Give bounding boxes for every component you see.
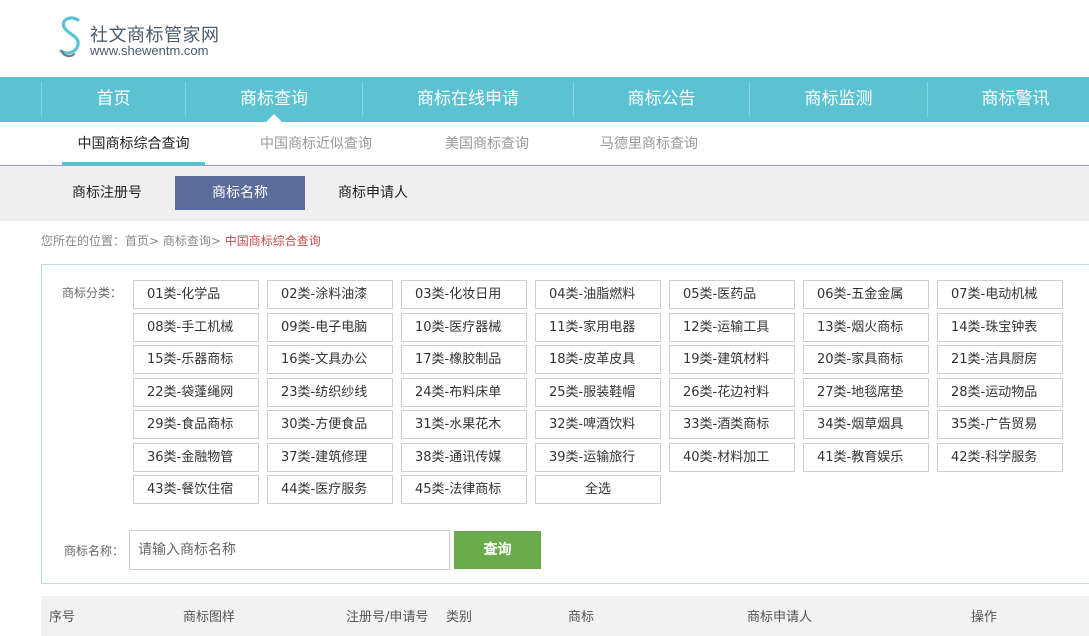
class-option[interactable]: 32类-啤酒饮料 (535, 410, 661, 439)
col-trademark: 商标 (568, 610, 595, 625)
class-option[interactable]: 11类-家用电器 (535, 312, 661, 342)
trademark-name-input[interactable] (129, 530, 450, 570)
col-trademark-image: 商标图样 (183, 610, 236, 625)
class-option[interactable]: 39类-运输旅行 (535, 442, 661, 472)
tab-china-similar[interactable]: 中国商标近似查询 (260, 122, 372, 165)
class-option[interactable]: 07类-电动机械 (937, 280, 1063, 309)
col-index: 序号 (49, 610, 76, 625)
class-option[interactable]: 05类-医药品 (669, 280, 795, 309)
breadcrumb-current: 中国商标综合查询 (224, 234, 321, 248)
class-option[interactable]: 38类-通讯传媒 (401, 442, 527, 472)
class-option[interactable]: 35类-广告贸易 (937, 410, 1063, 439)
query-button[interactable]: 查询 (454, 531, 541, 569)
class-option[interactable]: 41类-教育娱乐 (803, 442, 929, 472)
col-applicant: 商标申请人 (747, 610, 813, 625)
class-option[interactable]: 20类-家具商标 (803, 345, 929, 374)
class-option[interactable]: 40类-材料加工 (669, 442, 795, 472)
class-option[interactable]: 44类-医疗服务 (267, 475, 393, 504)
main-nav: 首页 商标查询 商标在线申请 商标公告 商标监测 商标警讯 (0, 77, 1089, 122)
class-option[interactable]: 08类-手工机械 (133, 312, 259, 342)
class-option[interactable]: 01类-化学品 (133, 280, 259, 309)
nav-item-online-apply[interactable]: 商标在线申请 (363, 77, 573, 122)
class-option[interactable]: 13类-烟火商标 (803, 312, 929, 342)
name-label: 商标名称： (64, 544, 125, 558)
class-option[interactable]: 42类-科学服务 (937, 442, 1063, 472)
class-option[interactable]: 09类-电子电脑 (267, 312, 393, 342)
class-option[interactable]: 43类-餐饮住宿 (133, 475, 259, 504)
tab-china-comprehensive[interactable]: 中国商标综合查询 (62, 122, 205, 165)
category-label: 商标分类： (62, 286, 123, 300)
class-option[interactable]: 27类-地毯席垫 (803, 377, 929, 407)
class-option[interactable]: 02类-涂料油漆 (267, 280, 393, 309)
class-option[interactable]: 16类-文具办公 (267, 345, 393, 374)
search-by-reg-number[interactable]: 商标注册号 (52, 176, 162, 210)
nav-item-announcement[interactable]: 商标公告 (574, 77, 749, 122)
class-option[interactable]: 04类-油脂燃料 (535, 280, 661, 309)
col-class: 类别 (446, 610, 473, 625)
logo-s-mark-icon (59, 16, 80, 58)
class-option[interactable]: 25类-服装鞋帽 (535, 377, 661, 407)
class-option[interactable]: 19类-建筑材料 (669, 345, 795, 374)
results-table-header: 序号 商标图样 注册号/申请号 类别 商标 商标申请人 操作 (41, 596, 1089, 636)
class-option[interactable]: 12类-运输工具 (669, 312, 795, 342)
sub-tabs: 中国商标综合查询 中国商标近似查询 美国商标查询 马德里商标查询 (0, 122, 1089, 166)
breadcrumb: 您所在的位置：首页> 商标查询> 中国商标综合查询 (41, 232, 321, 249)
class-option[interactable]: 10类-医疗器械 (401, 312, 527, 342)
site-logo[interactable]: 社文商标管家网 www.shewentm.com (58, 14, 228, 64)
class-option[interactable]: 18类-皮革皮具 (535, 345, 661, 374)
tab-us-search[interactable]: 美国商标查询 (445, 122, 529, 165)
class-option[interactable]: 17类-橡胶制品 (401, 345, 527, 374)
class-option[interactable]: 24类-布料床单 (401, 377, 527, 407)
class-option[interactable]: 30类-方便食品 (267, 410, 393, 439)
search-by-applicant[interactable]: 商标申请人 (318, 176, 428, 210)
class-option[interactable]: 28类-运动物品 (937, 377, 1063, 407)
class-option[interactable]: 45类-法律商标 (401, 475, 527, 504)
class-option[interactable]: 03类-化妆日用 (401, 280, 527, 309)
breadcrumb-path[interactable]: 您所在的位置：首页> 商标查询> (41, 234, 225, 248)
col-actions: 操作 (971, 610, 998, 625)
class-option[interactable]: 15类-乐器商标 (133, 345, 259, 374)
col-reg-number: 注册号/申请号 (346, 610, 429, 625)
class-option[interactable]: 29类-食品商标 (133, 410, 259, 439)
active-indicator-arrow (266, 114, 282, 122)
class-option[interactable]: 31类-水果花木 (401, 410, 527, 439)
class-option[interactable]: 36类-金融物管 (133, 442, 259, 472)
class-option[interactable]: 26类-花边衬料 (669, 377, 795, 407)
class-option[interactable]: 21类-洁具厨房 (937, 345, 1063, 374)
nav-item-alerts[interactable]: 商标警讯 (928, 77, 1089, 122)
class-option[interactable]: 06类-五金金属 (803, 280, 929, 309)
nav-item-monitoring[interactable]: 商标监测 (750, 77, 927, 122)
class-option[interactable]: 23类-纺织纱线 (267, 377, 393, 407)
class-option[interactable]: 22类-袋蓬绳网 (133, 377, 259, 407)
site-header: 社文商标管家网 www.shewentm.com (0, 0, 1089, 77)
class-option[interactable]: 37类-建筑修理 (267, 442, 393, 472)
class-option[interactable]: 34类-烟草烟具 (803, 410, 929, 439)
class-option[interactable]: 14类-珠宝钟表 (937, 312, 1063, 342)
select-all-button[interactable]: 全选 (535, 475, 661, 504)
nav-item-home[interactable]: 首页 (42, 77, 185, 122)
logo-url: www.shewentm.com (90, 43, 209, 58)
search-type-bar: 商标注册号 商标名称 商标申请人 (0, 166, 1089, 221)
tab-madrid-search[interactable]: 马德里商标查询 (600, 122, 698, 165)
search-by-name[interactable]: 商标名称 (175, 176, 305, 210)
class-option[interactable]: 33类-酒类商标 (669, 410, 795, 439)
